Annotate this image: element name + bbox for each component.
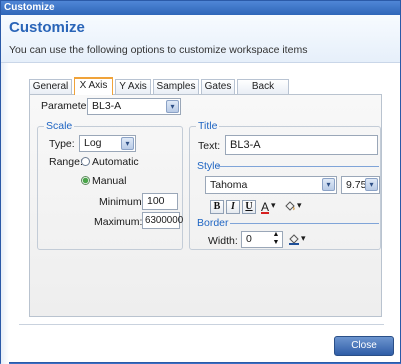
italic-button[interactable]: I	[226, 200, 240, 214]
type-dropdown-icon[interactable]: ▾	[121, 137, 134, 150]
minimum-label: Minimum:	[99, 196, 145, 208]
fill-color-dropdown-icon[interactable]: ▾	[297, 200, 302, 211]
bold-button[interactable]: B	[210, 200, 224, 214]
fill-color-icon[interactable]	[284, 200, 296, 212]
type-select[interactable]: Log ▾	[79, 135, 136, 152]
border-width-value: 0	[246, 233, 252, 245]
tab-y-axis[interactable]: Y Axis	[115, 79, 151, 94]
parameter-label: Parameter:	[41, 100, 93, 112]
minimum-input[interactable]: 100	[142, 193, 178, 210]
type-value: Log	[84, 137, 102, 149]
border-width-spinner[interactable]: ▲ ▼	[271, 231, 281, 248]
tab-samples[interactable]: Samples	[153, 79, 199, 94]
title-text-label: Text:	[198, 140, 221, 152]
manual-radio[interactable]	[81, 176, 90, 185]
dialog-subtitle: You can use the following options to cus…	[9, 44, 308, 56]
dialog-header: Customize You can use the following opti…	[1, 15, 400, 63]
maximum-input[interactable]: 6300000	[142, 212, 183, 229]
border-color-icon[interactable]	[288, 233, 300, 245]
automatic-radio[interactable]	[81, 157, 90, 166]
type-label: Type:	[49, 138, 75, 150]
font-size-dropdown-icon[interactable]: ▾	[365, 178, 378, 191]
font-dropdown-icon[interactable]: ▾	[322, 178, 335, 191]
border-rule	[230, 223, 379, 224]
style-rule	[217, 166, 379, 167]
left-edge	[1, 63, 9, 364]
close-button[interactable]: Close	[334, 336, 394, 356]
parameter-select[interactable]: BL3-A ▾	[87, 98, 181, 115]
scale-legend: Scale	[46, 120, 73, 132]
font-color-dropdown-icon[interactable]: ▾	[271, 200, 276, 211]
underline-button[interactable]: U	[242, 200, 256, 214]
automatic-label: Automatic	[92, 156, 139, 168]
title-legend: Title	[198, 120, 218, 132]
font-size-value: 9.75	[346, 179, 367, 191]
font-family-value: Tahoma	[210, 179, 248, 191]
font-size-select[interactable]: 9.75 ▾	[341, 176, 380, 194]
parameter-value: BL3-A	[92, 100, 122, 112]
border-color-dropdown-icon[interactable]: ▾	[301, 233, 306, 244]
border-width-label: Width:	[208, 235, 238, 247]
spin-up-icon[interactable]: ▲	[271, 231, 281, 239]
customize-window: Customize Customize You can use the foll…	[0, 0, 401, 364]
range-label: Range:	[49, 156, 83, 168]
tab-x-axis[interactable]: X Axis	[74, 77, 113, 95]
font-color-icon[interactable]: A	[261, 200, 269, 214]
dialog-title: Customize	[9, 19, 85, 36]
title-text-input[interactable]: BL3-A	[225, 135, 378, 155]
window-titlebar: Customize	[1, 1, 400, 15]
spin-down-icon[interactable]: ▼	[271, 239, 281, 247]
parameter-dropdown-icon[interactable]: ▾	[166, 100, 179, 113]
footer-divider	[19, 324, 384, 325]
font-family-select[interactable]: Tahoma ▾	[205, 176, 337, 194]
tab-back-gates[interactable]: Back Gates	[237, 79, 289, 106]
tab-gates[interactable]: Gates	[201, 79, 235, 94]
manual-label: Manual	[92, 175, 127, 187]
border-label: Border	[197, 217, 229, 229]
tab-general[interactable]: General	[29, 79, 72, 94]
maximum-label: Maximum:	[94, 216, 143, 228]
